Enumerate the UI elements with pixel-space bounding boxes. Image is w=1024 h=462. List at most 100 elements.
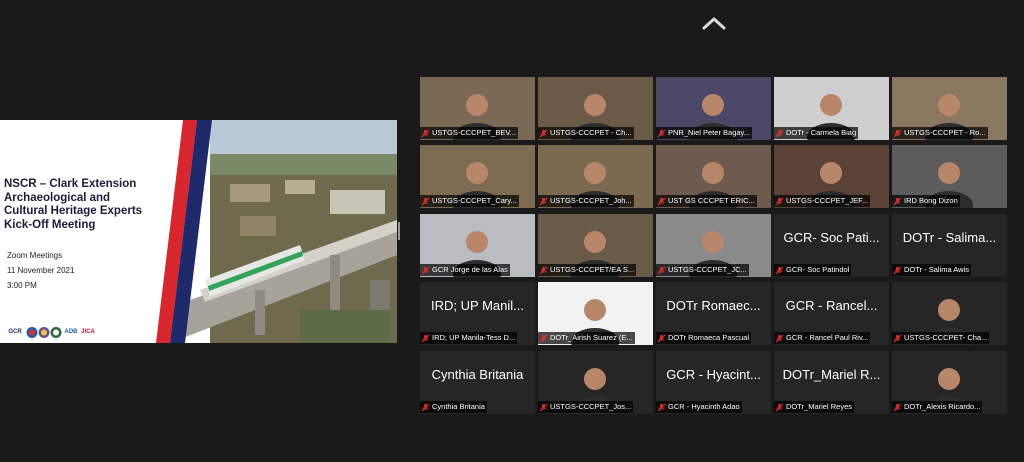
participant-name-label: DOTr_Airish Suarez (E... — [538, 332, 635, 344]
slide-time: 3:00 PM — [7, 281, 37, 290]
participant-tile[interactable]: DOTr - Carmela Biag — [774, 77, 889, 140]
participant-tile[interactable]: USTGS-CCCPET_JEF... — [774, 145, 889, 208]
muted-mic-icon — [775, 334, 784, 342]
muted-mic-icon — [421, 129, 430, 137]
participant-name-label: UST GS CCCPET ERIC... — [656, 195, 757, 207]
participant-name-label: USTGS-CCCPET_JC... — [656, 264, 749, 276]
participant-tile[interactable]: IRD Bong Dizon — [892, 145, 1007, 208]
participant-name: GCR - Rancel Paul Riv... — [786, 333, 869, 342]
participant-tile[interactable]: DOTr - Salima... DOTr - Salima Awis — [892, 214, 1007, 277]
agency-seals-logo — [26, 327, 62, 338]
participant-name-label: IRD Bong Dizon — [892, 195, 960, 207]
participant-tile[interactable]: USTGS-CCCPET- Cha... — [892, 282, 1007, 345]
participant-tile[interactable]: USTGS-CCCPET/EA S... — [538, 214, 653, 277]
participant-display-name: IRD; UP Manil... — [431, 298, 524, 313]
participant-display-name: DOTr_Mariel R... — [782, 367, 881, 382]
participant-tile[interactable]: DOTr Romaec... DOTr Romaeca Pascual — [656, 282, 771, 345]
muted-mic-icon — [657, 266, 666, 274]
chevron-up-icon[interactable] — [700, 14, 728, 34]
panel-resize-handle[interactable] — [398, 222, 400, 240]
participant-display-name: GCR - Hyacint... — [666, 367, 761, 382]
participant-name-label: USTGS-CCCPET_Jos... — [538, 401, 634, 413]
participant-tile[interactable]: USTGS-CCCPET - Ch... — [538, 77, 653, 140]
participant-tile[interactable]: GCR - Hyacint... GCR - Hyacinth Adao — [656, 351, 771, 414]
muted-mic-icon — [539, 266, 548, 274]
muted-mic-icon — [421, 266, 430, 274]
participant-gallery: USTGS-CCCPET_BEV... USTGS-CCCPET - Ch... P… — [420, 77, 1007, 415]
participant-tile[interactable]: DOTr_Airish Suarez (E... — [538, 282, 653, 345]
slide-title: NSCR – Clark Extension Archaeological an… — [4, 178, 143, 231]
participant-name-label: USTGS-CCCPET_Cary... — [420, 195, 519, 207]
participant-tile[interactable]: UST GS CCCPET ERIC... — [656, 145, 771, 208]
muted-mic-icon — [657, 334, 666, 342]
participant-name: USTGS-CCCPET - Ch... — [550, 128, 632, 137]
muted-mic-icon — [421, 334, 430, 342]
participant-name: USTGS-CCCPET_JC... — [668, 265, 747, 274]
participant-name: USTGS-CCCPET_Jos... — [550, 402, 632, 411]
participant-name: DOTr_Airish Suarez (E... — [550, 333, 633, 342]
participant-name: PNR_Niel Peter Bagay... — [668, 128, 750, 137]
participant-name: IRD; UP Manila-Tess D... — [432, 333, 516, 342]
participant-name: GCR- Soc Patindol — [786, 265, 850, 274]
participant-name: Cynthia Britania — [432, 402, 485, 411]
participant-name-label: DOTr_Alexis Ricardo... — [892, 401, 983, 413]
participant-display-name: DOTr Romaec... — [666, 298, 761, 313]
shared-slide: NSCR – Clark Extension Archaeological an… — [0, 120, 397, 343]
participant-name-label: DOTr - Carmela Biag — [774, 127, 859, 139]
muted-mic-icon — [539, 403, 548, 411]
participant-display-name: GCR- Soc Pati... — [783, 230, 880, 245]
participant-name-label: USTGS-CCCPET- Cha... — [892, 332, 990, 344]
muted-mic-icon — [657, 129, 666, 137]
participant-name: GCR Jorge de las Alas — [432, 265, 508, 274]
participant-name: DOTr Romaeca Pascual — [668, 333, 749, 342]
muted-mic-icon — [775, 197, 784, 205]
muted-mic-icon — [539, 334, 548, 342]
muted-mic-icon — [421, 403, 430, 411]
participant-name: USTGS-CCCPET - Ro... — [904, 128, 986, 137]
participant-display-name: GCR - Rancel... — [785, 298, 878, 313]
participant-name-label: IRD; UP Manila-Tess D... — [420, 332, 518, 344]
participant-name-label: Cynthia Britania — [420, 401, 487, 413]
slide-date: 11 November 2021 — [7, 266, 75, 275]
participant-name: USTGS-CCCPET_Joh... — [550, 196, 632, 205]
participant-tile[interactable]: USTGS-CCCPET - Ro... — [892, 77, 1007, 140]
muted-mic-icon — [893, 403, 902, 411]
participant-tile[interactable]: GCR - Rancel... GCR - Rancel Paul Riv... — [774, 282, 889, 345]
muted-mic-icon — [893, 129, 902, 137]
jica-logo: JICA — [81, 329, 95, 335]
participant-tile[interactable]: DOTr_Mariel R... DOTr_Mariel Reyes — [774, 351, 889, 414]
participant-tile[interactable]: Cynthia Britania Cynthia Britania — [420, 351, 535, 414]
participant-tile[interactable]: IRD; UP Manil... IRD; UP Manila-Tess D... — [420, 282, 535, 345]
participant-tile[interactable]: DOTr_Alexis Ricardo... — [892, 351, 1007, 414]
muted-mic-icon — [775, 266, 784, 274]
muted-mic-icon — [657, 403, 666, 411]
participant-tile[interactable]: GCR Jorge de las Alas — [420, 214, 535, 277]
participant-name-label: USTGS-CCCPET_Joh... — [538, 195, 634, 207]
participant-name-label: USTGS-CCCPET - Ch... — [538, 127, 634, 139]
participant-tile[interactable]: USTGS-CCCPET_JC... — [656, 214, 771, 277]
participant-name: USTGS-CCCPET/EA S... — [550, 265, 635, 274]
participant-tile[interactable]: PNR_Niel Peter Bagay... — [656, 77, 771, 140]
participant-name: IRD Bong Dizon — [904, 196, 958, 205]
participant-name-label: USTGS-CCCPET/EA S... — [538, 264, 637, 276]
muted-mic-icon — [775, 129, 784, 137]
participant-tile[interactable]: USTGS-CCCPET_BEV... — [420, 77, 535, 140]
participant-name: USTGS-CCCPET_BEV... — [432, 128, 516, 137]
participant-name-label: USTGS-CCCPET - Ro... — [892, 127, 988, 139]
participant-name: DOTr - Carmela Biag — [786, 128, 857, 137]
participant-tile[interactable]: USTGS-CCCPET_Joh... — [538, 145, 653, 208]
muted-mic-icon — [539, 129, 548, 137]
muted-mic-icon — [539, 197, 548, 205]
participant-tile[interactable]: USTGS-CCCPET_Cary... — [420, 145, 535, 208]
participant-tile[interactable]: USTGS-CCCPET_Jos... — [538, 351, 653, 414]
muted-mic-icon — [421, 197, 430, 205]
muted-mic-icon — [893, 334, 902, 342]
participant-tile[interactable]: GCR- Soc Pati... GCR- Soc Patindol — [774, 214, 889, 277]
adb-logo: ADB — [64, 329, 78, 335]
participant-name: DOTr_Mariel Reyes — [786, 402, 852, 411]
muted-mic-icon — [775, 403, 784, 411]
muted-mic-icon — [893, 197, 902, 205]
participant-name: USTGS-CCCPET_Cary... — [432, 196, 517, 205]
muted-mic-icon — [657, 197, 666, 205]
participant-name: GCR - Hyacinth Adao — [668, 402, 740, 411]
